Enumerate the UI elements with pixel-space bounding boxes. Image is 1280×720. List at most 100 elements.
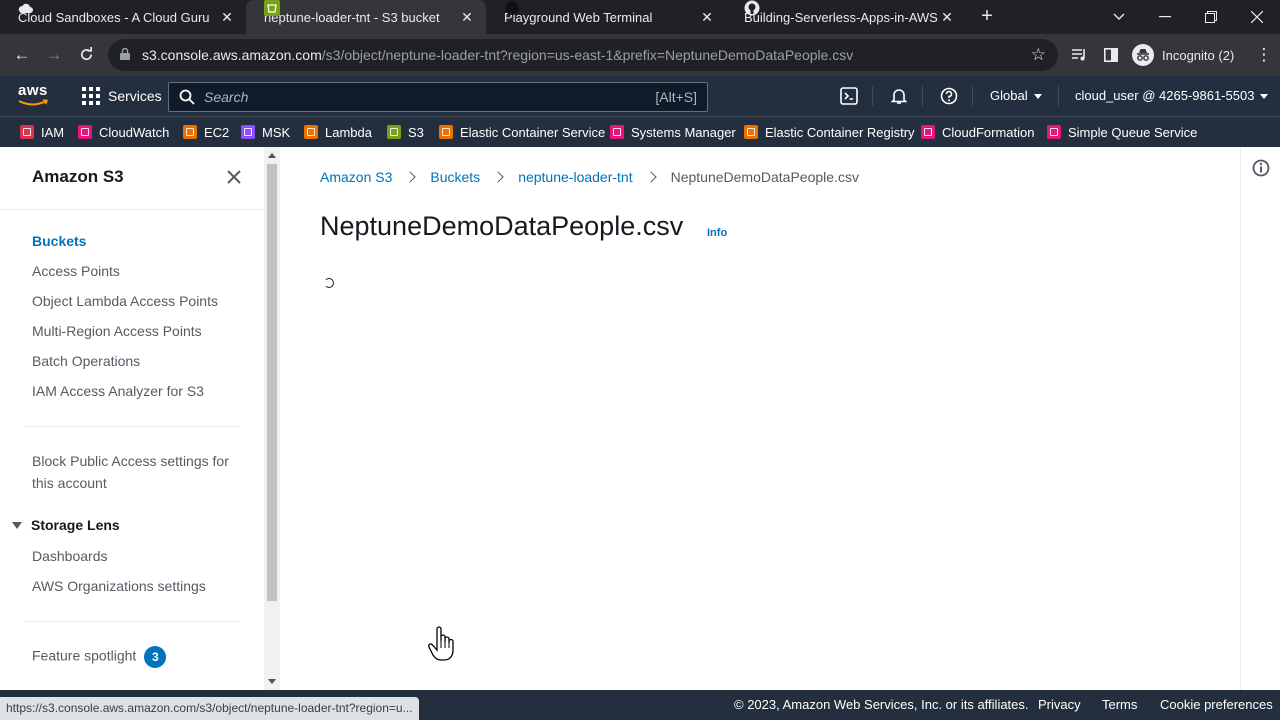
sidebar-title: Amazon S3 (32, 167, 124, 186)
favorites-bar: IAM CloudWatch EC2 MSK Lambda S3 Elastic… (0, 116, 1280, 147)
url-text: s3.console.aws.amazon.com/s3/object/nept… (142, 47, 854, 63)
notification-count-badge: 3 (144, 646, 167, 668)
s3-service-icon (387, 125, 401, 139)
help-panel-rail (1240, 147, 1280, 690)
address-bar[interactable]: s3.console.aws.amazon.com/s3/object/nept… (108, 39, 1058, 71)
media-queue-icon[interactable] (1068, 43, 1092, 67)
close-icon[interactable] (226, 169, 242, 185)
browser-tab[interactable]: Cloud Sandboxes - A Cloud Guru ✕ (0, 0, 246, 34)
favorite-iam[interactable]: IAM (20, 117, 64, 147)
close-window-icon[interactable] (1234, 0, 1280, 34)
breadcrumb-buckets[interactable]: Buckets (430, 169, 480, 185)
iam-service-icon (20, 125, 34, 139)
chevron-right-icon (492, 171, 504, 183)
search-placeholder: Search (204, 89, 249, 105)
sidebar-item-access-points[interactable]: Access Points (32, 263, 120, 279)
notifications-bell-icon[interactable] (890, 87, 908, 105)
s3-bucket-icon (264, 0, 280, 16)
incognito-indicator[interactable]: Incognito (2) (1130, 40, 1244, 70)
favorite-ecr[interactable]: Elastic Container Registry (744, 117, 915, 147)
forward-arrow-icon[interactable]: → (42, 43, 66, 67)
sidebar-item-batch-operations[interactable]: Batch Operations (32, 353, 140, 369)
sidebar-scrollbar[interactable] (264, 147, 280, 690)
account-menu[interactable]: cloud_user @ 4265-9861-5503 (1075, 76, 1269, 116)
breadcrumb-current-object: NeptuneDemoDataPeople.csv (670, 169, 859, 185)
services-label: Services (108, 88, 162, 104)
caret-down-icon (1033, 94, 1042, 100)
cloud-icon (18, 0, 34, 16)
search-input[interactable]: Search [Alt+S] (168, 82, 708, 112)
cookie-preferences-link[interactable]: Cookie preferences (1160, 690, 1273, 720)
search-icon (179, 89, 195, 105)
sidebar-item-iam-access-analyzer[interactable]: IAM Access Analyzer for S3 (32, 383, 204, 399)
cloudformation-service-icon (921, 125, 935, 139)
close-tab-icon[interactable]: ✕ (218, 9, 236, 26)
storage-lens-section-toggle[interactable]: Storage Lens (12, 517, 120, 533)
region-selector[interactable]: Global (990, 76, 1042, 116)
lambda-service-icon (304, 125, 318, 139)
sidebar-item-buckets[interactable]: Buckets (32, 233, 86, 249)
favorite-sqs[interactable]: Simple Queue Service (1047, 117, 1197, 147)
minimize-icon[interactable] (1142, 0, 1188, 34)
more-menu-icon[interactable]: ⋮ (1252, 43, 1276, 67)
status-bar-url: https://s3.console.aws.amazon.com/s3/obj… (0, 697, 419, 720)
tab-search-chevron-icon[interactable] (1096, 0, 1142, 34)
info-link[interactable]: Info (707, 227, 727, 239)
restore-icon[interactable] (1188, 0, 1234, 34)
ecr-service-icon (744, 125, 758, 139)
main-content: Amazon S3 Buckets neptune-loader-tnt Nep… (280, 147, 1240, 690)
favorite-cloudwatch[interactable]: CloudWatch (78, 117, 169, 147)
back-arrow-icon[interactable]: ← (10, 43, 34, 67)
sidebar-item-feature-spotlight[interactable]: Feature spotlight 3 (32, 646, 167, 668)
favorite-ec2[interactable]: EC2 (183, 117, 229, 147)
scroll-up-arrow-icon[interactable] (268, 153, 276, 158)
side-panel-icon[interactable] (1099, 43, 1123, 67)
scroll-down-arrow-icon[interactable] (268, 679, 276, 684)
tab-title: neptune-loader-tnt - S3 bucket (264, 9, 440, 25)
sidebar-item-dashboards[interactable]: Dashboards (32, 548, 108, 564)
sidebar-item-block-public-access[interactable]: Block Public Access settings for this ac… (32, 450, 242, 494)
sqs-service-icon (1047, 125, 1061, 139)
cloudshell-icon[interactable] (840, 87, 858, 105)
bookmark-star-icon[interactable]: ☆ (1031, 45, 1046, 65)
hand-pointer-cursor-icon (428, 626, 454, 661)
close-tab-icon[interactable]: ✕ (458, 9, 476, 26)
breadcrumb-amazon-s3[interactable]: Amazon S3 (320, 169, 392, 185)
search-shortcut: [Alt+S] (655, 89, 697, 105)
favorite-msk[interactable]: MSK (241, 117, 290, 147)
browser-tab[interactable]: Playground Web Terminal ✕ (486, 0, 726, 34)
browser-tab-active[interactable]: neptune-loader-tnt - S3 bucket ✕ (246, 0, 486, 34)
browser-tab[interactable]: Building-Serverless-Apps-in-AWS ✕ (726, 0, 966, 34)
breadcrumb: Amazon S3 Buckets neptune-loader-tnt Nep… (320, 169, 859, 185)
browser-tab-strip: Cloud Sandboxes - A Cloud Guru ✕ neptune… (0, 0, 1280, 34)
favorite-cloudformation[interactable]: CloudFormation (921, 117, 1035, 147)
lock-icon (120, 48, 130, 60)
github-icon (744, 0, 760, 16)
sidebar-item-multi-region-access-points[interactable]: Multi-Region Access Points (32, 323, 202, 339)
systems-manager-service-icon (610, 125, 624, 139)
favorite-s3[interactable]: S3 (387, 117, 424, 147)
aws-logo[interactable]: aws (18, 82, 50, 108)
ecs-service-icon (439, 125, 453, 139)
privacy-link[interactable]: Privacy (1038, 690, 1081, 720)
favorite-ecs[interactable]: Elastic Container Service (439, 117, 605, 147)
sidebar-item-object-lambda-access-points[interactable]: Object Lambda Access Points (32, 293, 218, 309)
chevron-right-icon (644, 171, 657, 183)
close-tab-icon[interactable]: ✕ (938, 9, 956, 26)
breadcrumb-bucket-name[interactable]: neptune-loader-tnt (518, 169, 632, 185)
reload-icon[interactable] (74, 43, 98, 67)
terms-link[interactable]: Terms (1102, 690, 1137, 720)
close-tab-icon[interactable]: ✕ (698, 9, 716, 26)
sidebar-item-aws-organizations-settings[interactable]: AWS Organizations settings (32, 578, 206, 594)
favorite-systems-manager[interactable]: Systems Manager (610, 117, 736, 147)
info-icon[interactable] (1252, 159, 1270, 177)
services-grid-icon (82, 87, 100, 105)
new-tab-plus-icon[interactable]: + (976, 5, 998, 27)
services-menu-button[interactable]: Services (82, 87, 162, 105)
help-icon[interactable] (940, 87, 958, 105)
scrollbar-thumb[interactable] (267, 164, 277, 601)
incognito-label: Incognito (2) (1162, 47, 1235, 63)
loading-spinner-icon (324, 278, 334, 288)
favorite-lambda[interactable]: Lambda (304, 117, 372, 147)
tab-title: Cloud Sandboxes - A Cloud Guru (18, 9, 210, 25)
